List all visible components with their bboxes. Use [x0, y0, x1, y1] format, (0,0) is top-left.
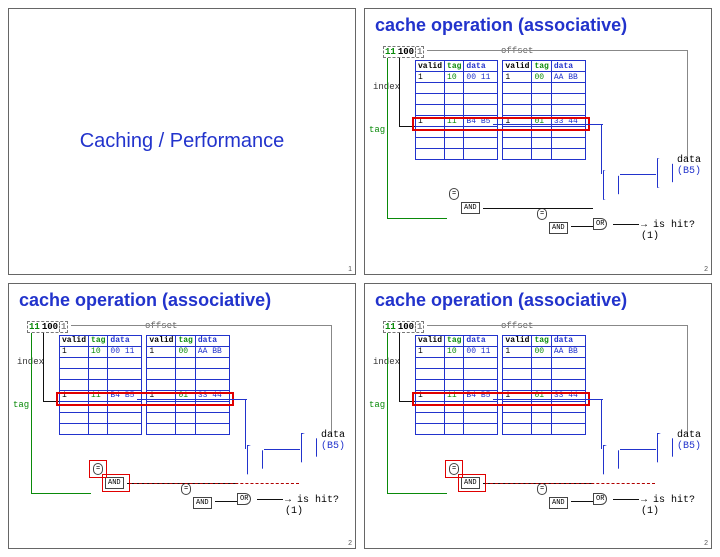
tag-label: tag — [369, 400, 385, 410]
data-mux-0 — [603, 445, 619, 475]
cache-way-1: validtagdata 100AA BB 10133 44 — [502, 60, 585, 160]
cache-diagram: 11 100 1 offset index tag validtagdata 1… — [9, 315, 355, 530]
cache-ways: validtagdata 11000 11 111B4 B5 validtagd… — [415, 60, 586, 160]
address-bits: 11 100 1 — [27, 321, 68, 333]
addr-index-bits: 100 — [397, 47, 415, 57]
tag-label: tag — [13, 400, 29, 410]
page-number: 2 — [704, 540, 708, 547]
offset-label: offset — [465, 46, 569, 56]
address-bits: 11 100 1 — [383, 321, 424, 333]
and-gate-0: AND — [105, 477, 124, 489]
presentation-title: Caching / Performance — [80, 130, 285, 153]
or-gate: OR — [593, 218, 607, 230]
or-gate: OR — [593, 493, 607, 505]
cache-diagram: 11 100 1 offset index tag validtagdata 1… — [365, 315, 711, 530]
page-number: 2 — [704, 266, 708, 273]
eq-gate-0: = — [449, 463, 459, 475]
tag-label: tag — [369, 125, 385, 135]
cache-way-1: validtagdata 100AA BB 10133 44 — [146, 335, 229, 435]
is-hit-label: → is hit? (1) — [285, 495, 355, 517]
address-bits: 11 100 1 — [383, 46, 424, 58]
slide-cache-op-1: cache operation (associative) 11 100 1 o… — [364, 8, 712, 275]
data-output-label: data(B5) — [677, 155, 701, 177]
and-gate-1: AND — [193, 497, 212, 509]
addr-offset-bit: 1 — [415, 47, 423, 57]
and-gate-0: AND — [461, 477, 480, 489]
slide-title: Caching / Performance 1 — [8, 8, 356, 275]
data-mux-1 — [657, 433, 673, 463]
addr-tag-bits: 11 — [384, 47, 397, 57]
slide-heading: cache operation (associative) — [375, 290, 711, 311]
col-data: data — [464, 61, 498, 72]
is-hit-label: → is hit? (1) — [641, 495, 711, 517]
page-number: 2 — [348, 540, 352, 547]
data-output-label: data(B5) — [677, 430, 701, 452]
slide-heading: cache operation (associative) — [19, 290, 355, 311]
offset-label: offset — [109, 321, 213, 331]
and-gate-0: AND — [461, 202, 480, 214]
cache-way-0: validtagdata 11000 11 111B4 B5 — [415, 335, 498, 435]
data-mux-1 — [301, 433, 317, 463]
is-hit-label: → is hit? (1) — [641, 220, 711, 242]
col-valid: valid — [416, 61, 445, 72]
eq-gate-1: = — [537, 208, 547, 220]
slide-heading: cache operation (associative) — [375, 15, 711, 36]
eq-gate-1: = — [181, 483, 191, 495]
and-gate-1: AND — [549, 497, 568, 509]
data-mux-0 — [603, 170, 619, 200]
col-tag: tag — [445, 61, 464, 72]
eq-gate-0: = — [449, 188, 459, 200]
cache-diagram: 11 100 1 offset index tag validtagdata 1… — [365, 40, 711, 255]
page-number: 1 — [348, 266, 352, 273]
cache-way-1: validtagdata 100AA BB 10133 44 — [502, 335, 585, 435]
cache-way-0: validtagdata 11000 11 111B4 B5 — [59, 335, 142, 435]
slide-cache-op-3: cache operation (associative) 11 100 1 o… — [364, 283, 712, 550]
data-output-label: data(B5) — [321, 430, 345, 452]
offset-label: offset — [465, 321, 569, 331]
cache-way-0: validtagdata 11000 11 111B4 B5 — [415, 60, 498, 160]
eq-gate-1: = — [537, 483, 547, 495]
slide-cache-op-2: cache operation (associative) 11 100 1 o… — [8, 283, 356, 550]
or-gate: OR — [237, 493, 251, 505]
and-gate-1: AND — [549, 222, 568, 234]
eq-gate-0: = — [93, 463, 103, 475]
data-mux-1 — [657, 158, 673, 188]
data-mux-0 — [247, 445, 263, 475]
